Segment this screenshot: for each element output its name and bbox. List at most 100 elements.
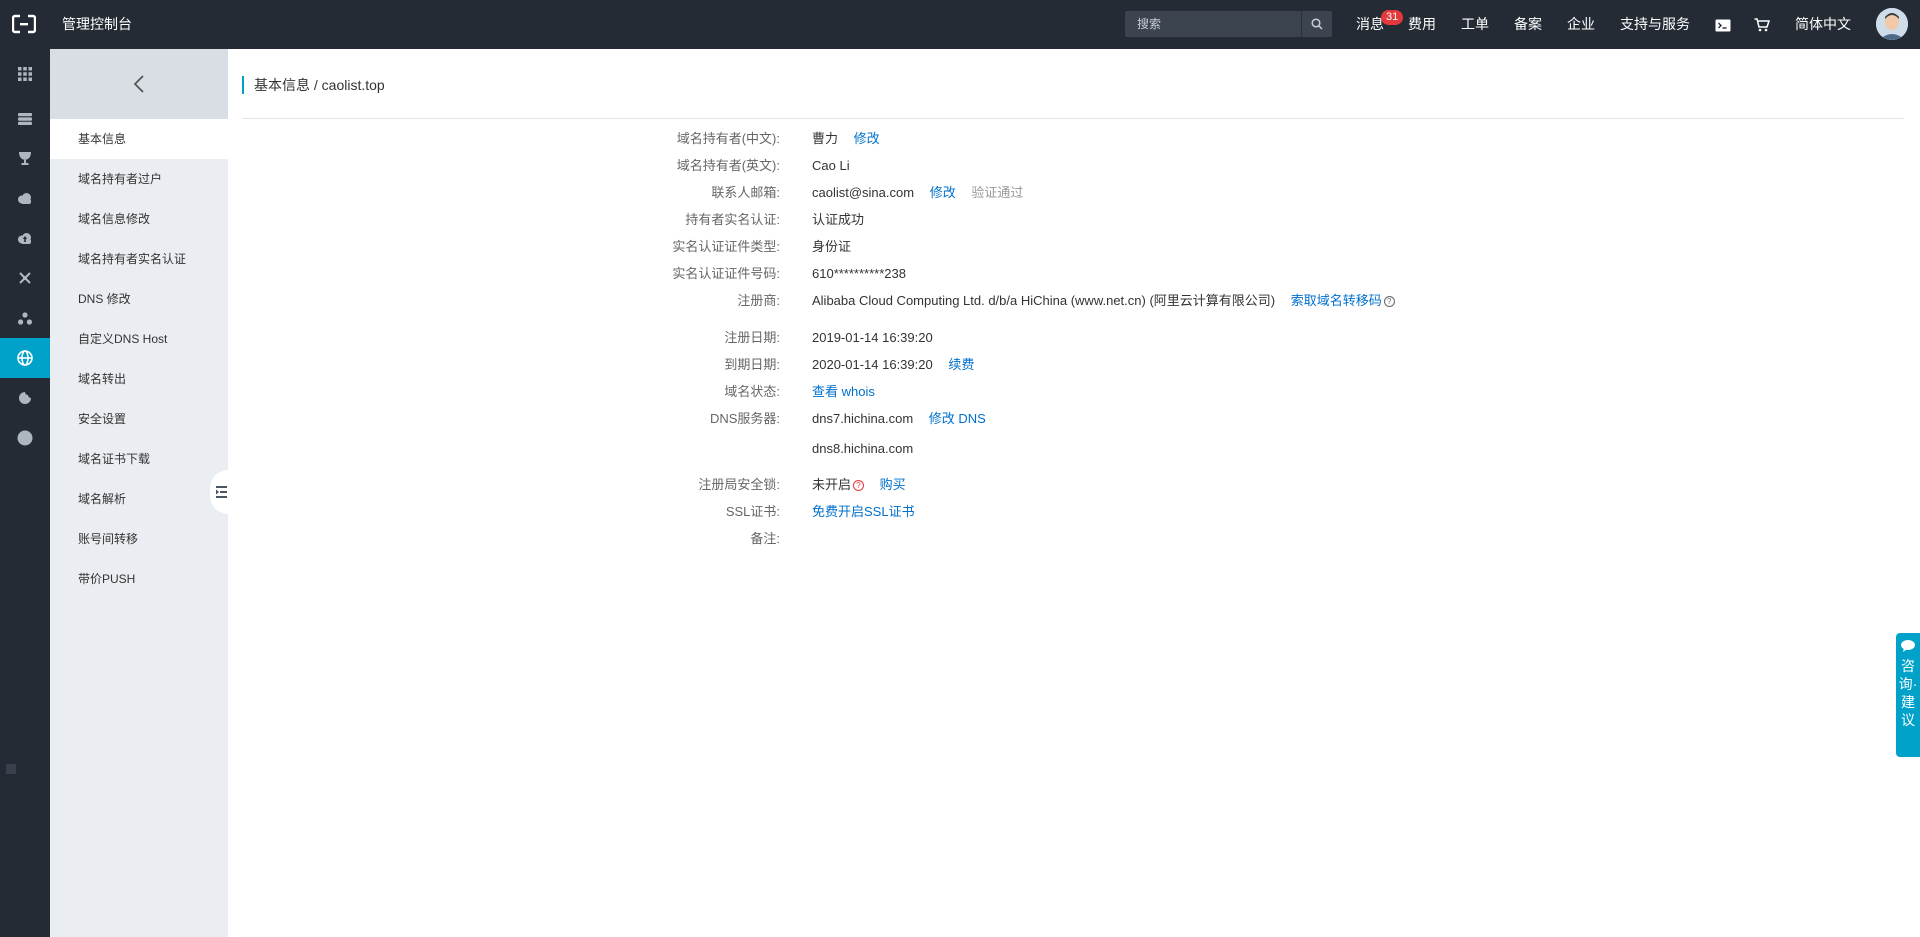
id-type-label: 实名认证证件类型: bbox=[672, 239, 780, 254]
cart-button[interactable] bbox=[1754, 0, 1772, 49]
renew-link[interactable]: 续费 bbox=[948, 357, 974, 372]
id-number-value: 610**********238 bbox=[812, 266, 906, 281]
console-title[interactable]: 管理控制台 bbox=[62, 0, 132, 49]
rail-cloud-upload[interactable] bbox=[0, 218, 50, 258]
status-label: 域名状态: bbox=[724, 384, 780, 399]
sidebar-item-realname-verify[interactable]: 域名持有者实名认证 bbox=[50, 239, 228, 279]
help-icon[interactable]: ? bbox=[1383, 296, 1395, 307]
view-whois-link[interactable]: 查看 whois bbox=[812, 384, 875, 399]
sidebar-item-account-transfer[interactable]: 账号间转移 bbox=[50, 519, 228, 559]
sidebar-item-price-push[interactable]: 带价PUSH bbox=[50, 559, 228, 599]
sidebar-item-security[interactable]: 安全设置 bbox=[50, 399, 228, 439]
owner-en-value: Cao Li bbox=[812, 158, 850, 173]
terminal-button[interactable] bbox=[1715, 0, 1733, 49]
email-verify-status: 验证通过 bbox=[971, 185, 1024, 200]
sidebar-item-certificate[interactable]: 域名证书下载 bbox=[50, 439, 228, 479]
domain-sidebar: 基本信息 域名持有者过户 域名信息修改 域名持有者实名认证 DNS 修改 自定义… bbox=[50, 49, 228, 937]
cluster-icon bbox=[18, 311, 32, 325]
sidebar-item-info-modify[interactable]: 域名信息修改 bbox=[50, 199, 228, 239]
cloud-icon bbox=[18, 192, 31, 204]
owner-en-label: 域名持有者(英文): bbox=[676, 158, 780, 173]
rail-network[interactable] bbox=[0, 258, 50, 298]
realname-label: 持有者实名认证: bbox=[685, 212, 780, 227]
nav-billing[interactable]: 费用 bbox=[1408, 0, 1436, 49]
registrar-value: Alibaba Cloud Computing Ltd. d/b/a HiChi… bbox=[812, 293, 1276, 308]
sidebar-item-dns-modify[interactable]: DNS 修改 bbox=[50, 279, 228, 319]
square-icon bbox=[6, 764, 16, 774]
rail-database[interactable] bbox=[0, 99, 50, 139]
free-ssl-link[interactable]: 免费开启SSL证书 bbox=[812, 504, 915, 519]
email-label: 联系人邮箱: bbox=[711, 185, 780, 200]
help-icon[interactable]: ? bbox=[853, 480, 865, 491]
cookie-icon bbox=[19, 392, 31, 404]
feedback-label: 咨询·建议 bbox=[1898, 658, 1918, 728]
rail-toggle[interactable] bbox=[0, 758, 22, 780]
sidebar-item-owner-transfer[interactable]: 域名持有者过户 bbox=[50, 159, 228, 199]
breadcrumb: 基本信息 / caolist.top bbox=[242, 76, 385, 94]
product-rail bbox=[0, 49, 50, 937]
row-email: 联系人邮箱: caolist@sina.com 修改 验证通过 bbox=[560, 182, 1860, 204]
sidebar-item-basic-info[interactable]: 基本信息 bbox=[50, 119, 228, 159]
row-dns: DNS服务器: dns7.hichina.com 修改 DNS bbox=[560, 408, 1860, 430]
message-count-badge: 31 bbox=[1381, 10, 1404, 25]
database-icon bbox=[18, 113, 32, 125]
edit-owner-cn-link[interactable]: 修改 bbox=[854, 131, 880, 146]
back-button[interactable] bbox=[50, 49, 228, 119]
reg-date-value: 2019-01-14 16:39:20 bbox=[812, 330, 933, 345]
row-owner-en: 域名持有者(英文): Cao Li bbox=[560, 155, 1860, 177]
feedback-icon bbox=[1901, 640, 1915, 652]
rail-cluster[interactable] bbox=[0, 298, 50, 338]
terminal-icon bbox=[1715, 19, 1731, 32]
ssl-label: SSL证书: bbox=[725, 504, 780, 519]
modify-dns-link[interactable]: 修改 DNS bbox=[929, 411, 986, 426]
chevron-left-icon bbox=[134, 75, 144, 93]
row-remark: 备注: bbox=[560, 528, 1860, 550]
language-switch[interactable]: 简体中文 bbox=[1795, 0, 1851, 49]
rail-circle[interactable] bbox=[0, 418, 50, 458]
realname-value: 认证成功 bbox=[812, 212, 865, 227]
exp-date-value: 2020-01-14 16:39:20 bbox=[812, 357, 933, 372]
registrar-label: 注册商: bbox=[737, 293, 780, 308]
reg-date-label: 注册日期: bbox=[724, 330, 780, 345]
nav-tickets[interactable]: 工单 bbox=[1461, 0, 1489, 49]
rail-cloud[interactable] bbox=[0, 178, 50, 218]
sidebar-item-transfer-out[interactable]: 域名转出 bbox=[50, 359, 228, 399]
lock-status-value: 未开启 bbox=[812, 477, 852, 492]
row-realname: 持有者实名认证: 认证成功 bbox=[560, 209, 1860, 231]
search-icon bbox=[1311, 18, 1323, 30]
search-input[interactable] bbox=[1125, 11, 1301, 37]
email-value: caolist@sina.com bbox=[812, 185, 915, 200]
search-button[interactable] bbox=[1301, 11, 1332, 37]
sidebar-item-custom-dns-host[interactable]: 自定义DNS Host bbox=[50, 319, 228, 359]
cart-icon bbox=[1754, 18, 1771, 32]
rail-domain[interactable] bbox=[0, 338, 50, 378]
dns-server-2: dns8.hichina.com bbox=[812, 441, 914, 456]
row-status: 域名状态: 查看 whois bbox=[560, 381, 1860, 403]
get-transfer-code-link[interactable]: 索取域名转移码 bbox=[1291, 293, 1382, 308]
nav-support[interactable]: 支持与服务 bbox=[1620, 0, 1690, 49]
rail-cookie[interactable] bbox=[0, 378, 50, 418]
owner-cn-label: 域名持有者(中文): bbox=[676, 131, 780, 146]
feedback-tab[interactable]: 咨询·建议 bbox=[1896, 633, 1920, 757]
dns-label: DNS服务器: bbox=[709, 411, 780, 426]
edit-email-link[interactable]: 修改 bbox=[930, 185, 956, 200]
id-type-value: 身份证 bbox=[812, 239, 852, 254]
sidebar-item-dns-resolve[interactable]: 域名解析 bbox=[50, 479, 228, 519]
row-reg-date: 注册日期: 2019-01-14 16:39:20 bbox=[560, 327, 1860, 349]
row-id-number: 实名认证证件号码: 610**********238 bbox=[560, 263, 1860, 285]
search-box bbox=[1125, 11, 1332, 37]
circle-icon bbox=[17, 430, 33, 446]
row-dns-2: dns8.hichina.com bbox=[560, 438, 1860, 460]
nav-icp-filing[interactable]: 备案 bbox=[1514, 0, 1542, 49]
row-exp-date: 到期日期: 2020-01-14 16:39:20 续费 bbox=[560, 354, 1860, 376]
rail-apps[interactable] bbox=[0, 54, 50, 94]
nav-messages[interactable]: 消息 bbox=[1356, 0, 1384, 49]
buy-lock-link[interactable]: 购买 bbox=[880, 477, 906, 492]
user-avatar[interactable] bbox=[1876, 8, 1908, 40]
top-bar: 管理控制台 消息 31 费用 工单 备案 企业 支持与服务 简体中文 bbox=[0, 0, 1920, 49]
cloud-upload-icon bbox=[18, 232, 31, 244]
nav-enterprise[interactable]: 企业 bbox=[1567, 0, 1595, 49]
rail-trophy[interactable] bbox=[0, 138, 50, 178]
header-divider bbox=[242, 118, 1904, 119]
aliyun-logo-icon[interactable] bbox=[11, 13, 37, 35]
